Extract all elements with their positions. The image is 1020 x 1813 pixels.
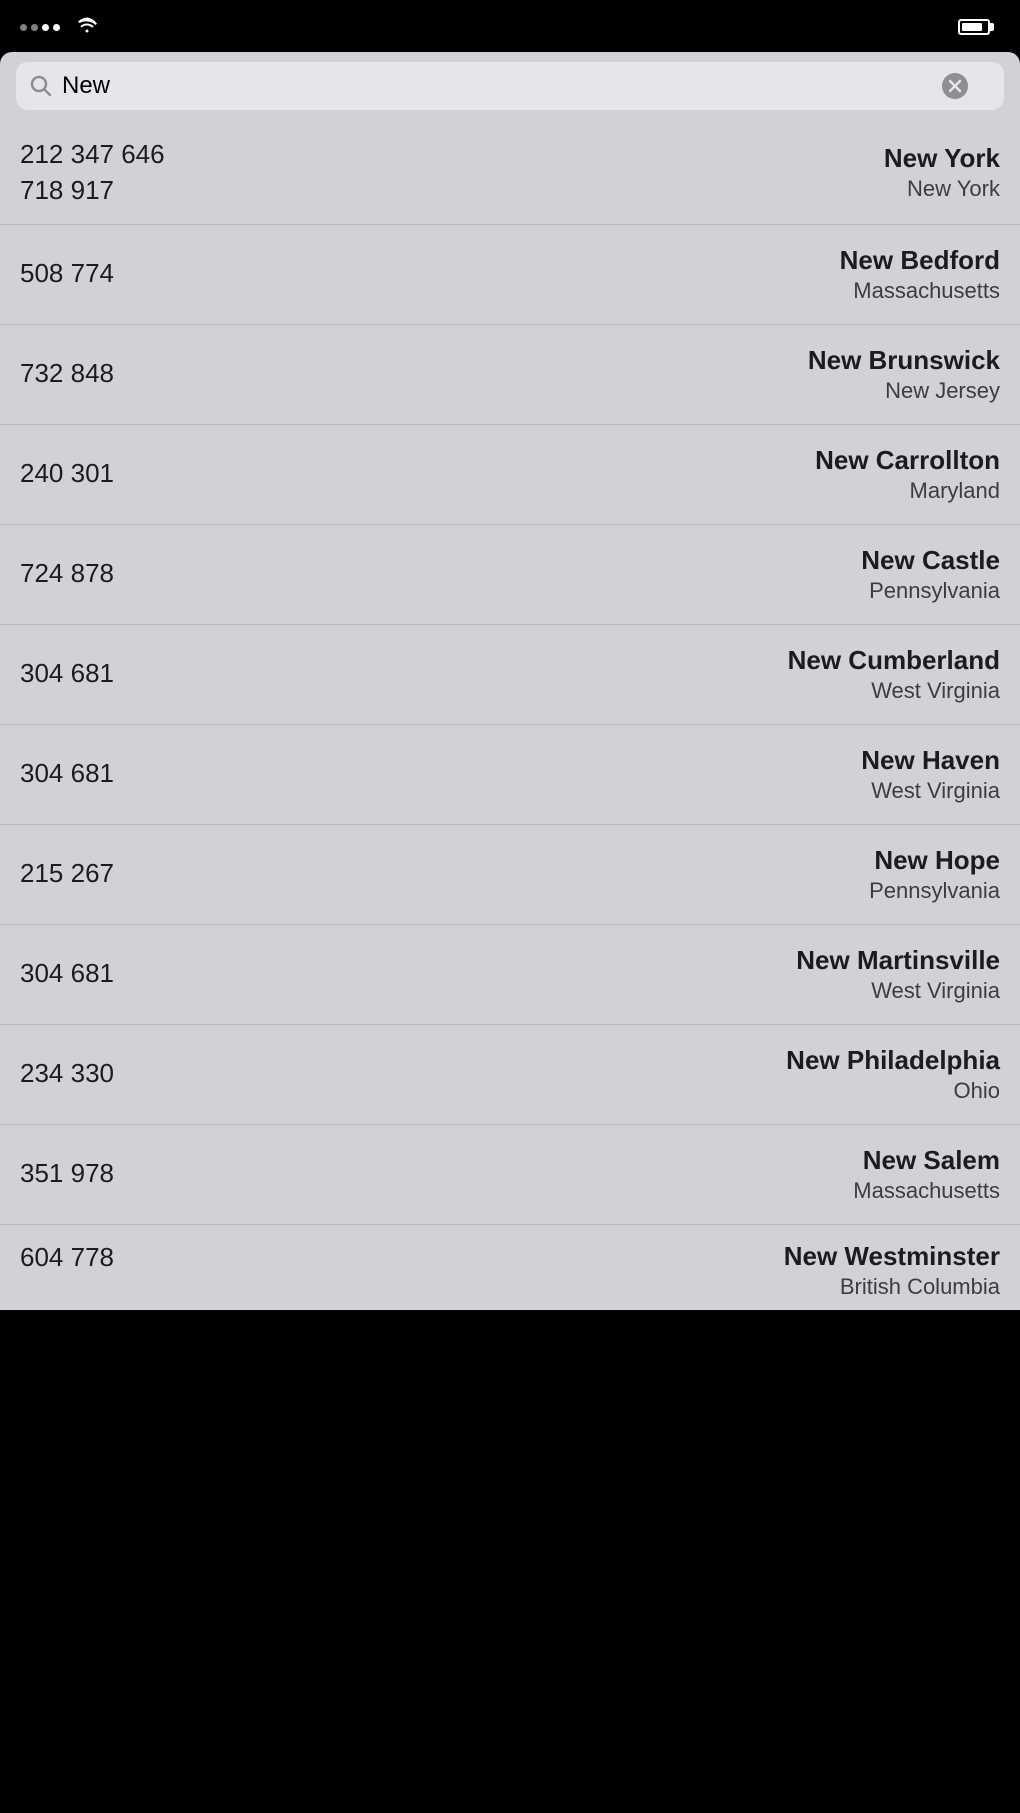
status-bar — [0, 0, 1020, 52]
search-icon — [30, 75, 52, 97]
area-codes-group: 732 848 — [20, 357, 114, 391]
state-name: Pennsylvania — [869, 878, 1000, 904]
area-code: 304 681 — [20, 957, 114, 991]
area-codes-group: 508 774 — [20, 257, 114, 291]
city-name: New Brunswick — [808, 345, 1000, 376]
city-name: New Cumberland — [788, 645, 1000, 676]
city-name: New Salem — [863, 1145, 1000, 1176]
results-list: 212 347 646718 917 New YorkNew York 508 77… — [0, 122, 1020, 1310]
area-codes-group: 212 347 646718 917 — [20, 138, 165, 208]
list-item[interactable]: 732 848 New BrunswickNew Jersey — [0, 325, 1020, 425]
state-name: West Virginia — [871, 778, 1000, 804]
area-code: 508 774 — [20, 257, 114, 291]
city-name: New Bedford — [840, 245, 1000, 276]
state-name: West Virginia — [871, 978, 1000, 1004]
list-item[interactable]: 212 347 646718 917 New YorkNew York — [0, 122, 1020, 225]
area-code: 304 681 — [20, 757, 114, 791]
list-item[interactable]: 215 267 New HopePennsylvania — [0, 825, 1020, 925]
city-info: New BedfordMassachusetts — [840, 245, 1000, 304]
list-item[interactable]: 351 978 New SalemMassachusetts — [0, 1125, 1020, 1225]
city-name: New York — [884, 143, 1000, 174]
status-left — [20, 16, 98, 39]
city-name: New Westminster — [784, 1241, 1000, 1272]
signal-dots — [20, 24, 60, 31]
state-name: Pennsylvania — [869, 578, 1000, 604]
search-container — [0, 52, 1020, 122]
battery-icon — [958, 19, 990, 35]
area-code: 240 301 — [20, 457, 114, 491]
city-name: New Philadelphia — [786, 1045, 1000, 1076]
state-name: Maryland — [910, 478, 1000, 504]
list-item[interactable]: 508 774 New BedfordMassachusetts — [0, 225, 1020, 325]
area-codes-group: 604 778 — [20, 1241, 114, 1275]
area-codes-group: 304 681 — [20, 957, 114, 991]
list-item[interactable]: 240 301 New CarrolltonMaryland — [0, 425, 1020, 525]
state-name: Massachusetts — [853, 278, 1000, 304]
area-code: 215 267 — [20, 857, 114, 891]
area-codes-group: 351 978 — [20, 1157, 114, 1191]
signal-dot-2 — [31, 24, 38, 31]
area-code: 212 347 646 — [20, 138, 165, 172]
list-item[interactable]: 304 681 New CumberlandWest Virginia — [0, 625, 1020, 725]
state-name: Massachusetts — [853, 1178, 1000, 1204]
state-name: West Virginia — [871, 678, 1000, 704]
status-right — [958, 19, 990, 35]
area-codes-group: 304 681 — [20, 757, 114, 791]
search-bar — [16, 62, 1004, 110]
state-name: New Jersey — [885, 378, 1000, 404]
area-code: 351 978 — [20, 1157, 114, 1191]
city-info: New PhiladelphiaOhio — [786, 1045, 1000, 1104]
city-info: New CastlePennsylvania — [861, 545, 1000, 604]
battery-fill — [962, 23, 982, 31]
state-name: New York — [907, 176, 1000, 202]
area-code: 604 778 — [20, 1241, 114, 1275]
list-item[interactable]: 234 330 New PhiladelphiaOhio — [0, 1025, 1020, 1125]
wifi-icon — [76, 16, 98, 39]
list-item[interactable]: 724 878 New CastlePennsylvania — [0, 525, 1020, 625]
area-code: 304 681 — [20, 657, 114, 691]
area-codes-group: 240 301 — [20, 457, 114, 491]
area-code: 234 330 — [20, 1057, 114, 1091]
list-item[interactable]: 304 681 New MartinsvilleWest Virginia — [0, 925, 1020, 1025]
city-info: New CarrolltonMaryland — [815, 445, 1000, 504]
city-info: New HopePennsylvania — [869, 845, 1000, 904]
signal-dot-1 — [20, 24, 27, 31]
city-info: New WestminsterBritish Columbia — [784, 1241, 1000, 1300]
city-name: New Haven — [861, 745, 1000, 776]
city-name: New Hope — [874, 845, 1000, 876]
area-code: 718 917 — [20, 174, 165, 208]
area-codes-group: 304 681 — [20, 657, 114, 691]
area-codes-group: 724 878 — [20, 557, 114, 591]
list-item[interactable]: 604 778 New WestminsterBritish Columbia — [0, 1225, 1020, 1310]
area-code: 732 848 — [20, 357, 114, 391]
list-item[interactable]: 304 681 New HavenWest Virginia — [0, 725, 1020, 825]
city-info: New CumberlandWest Virginia — [788, 645, 1000, 704]
area-codes-group: 215 267 — [20, 857, 114, 891]
city-name: New Martinsville — [796, 945, 1000, 976]
city-info: New BrunswickNew Jersey — [808, 345, 1000, 404]
state-name: British Columbia — [840, 1274, 1000, 1300]
area-codes-group: 234 330 — [20, 1057, 114, 1091]
city-info: New HavenWest Virginia — [861, 745, 1000, 804]
city-name: New Carrollton — [815, 445, 1000, 476]
city-info: New MartinsvilleWest Virginia — [796, 945, 1000, 1004]
city-info: New YorkNew York — [884, 143, 1000, 202]
city-name: New Castle — [861, 545, 1000, 576]
signal-dot-4 — [53, 24, 60, 31]
state-name: Ohio — [954, 1078, 1000, 1104]
signal-dot-3 — [42, 24, 49, 31]
clear-button[interactable] — [942, 73, 968, 99]
search-input[interactable] — [62, 72, 932, 100]
city-info: New SalemMassachusetts — [853, 1145, 1000, 1204]
area-code: 724 878 — [20, 557, 114, 591]
